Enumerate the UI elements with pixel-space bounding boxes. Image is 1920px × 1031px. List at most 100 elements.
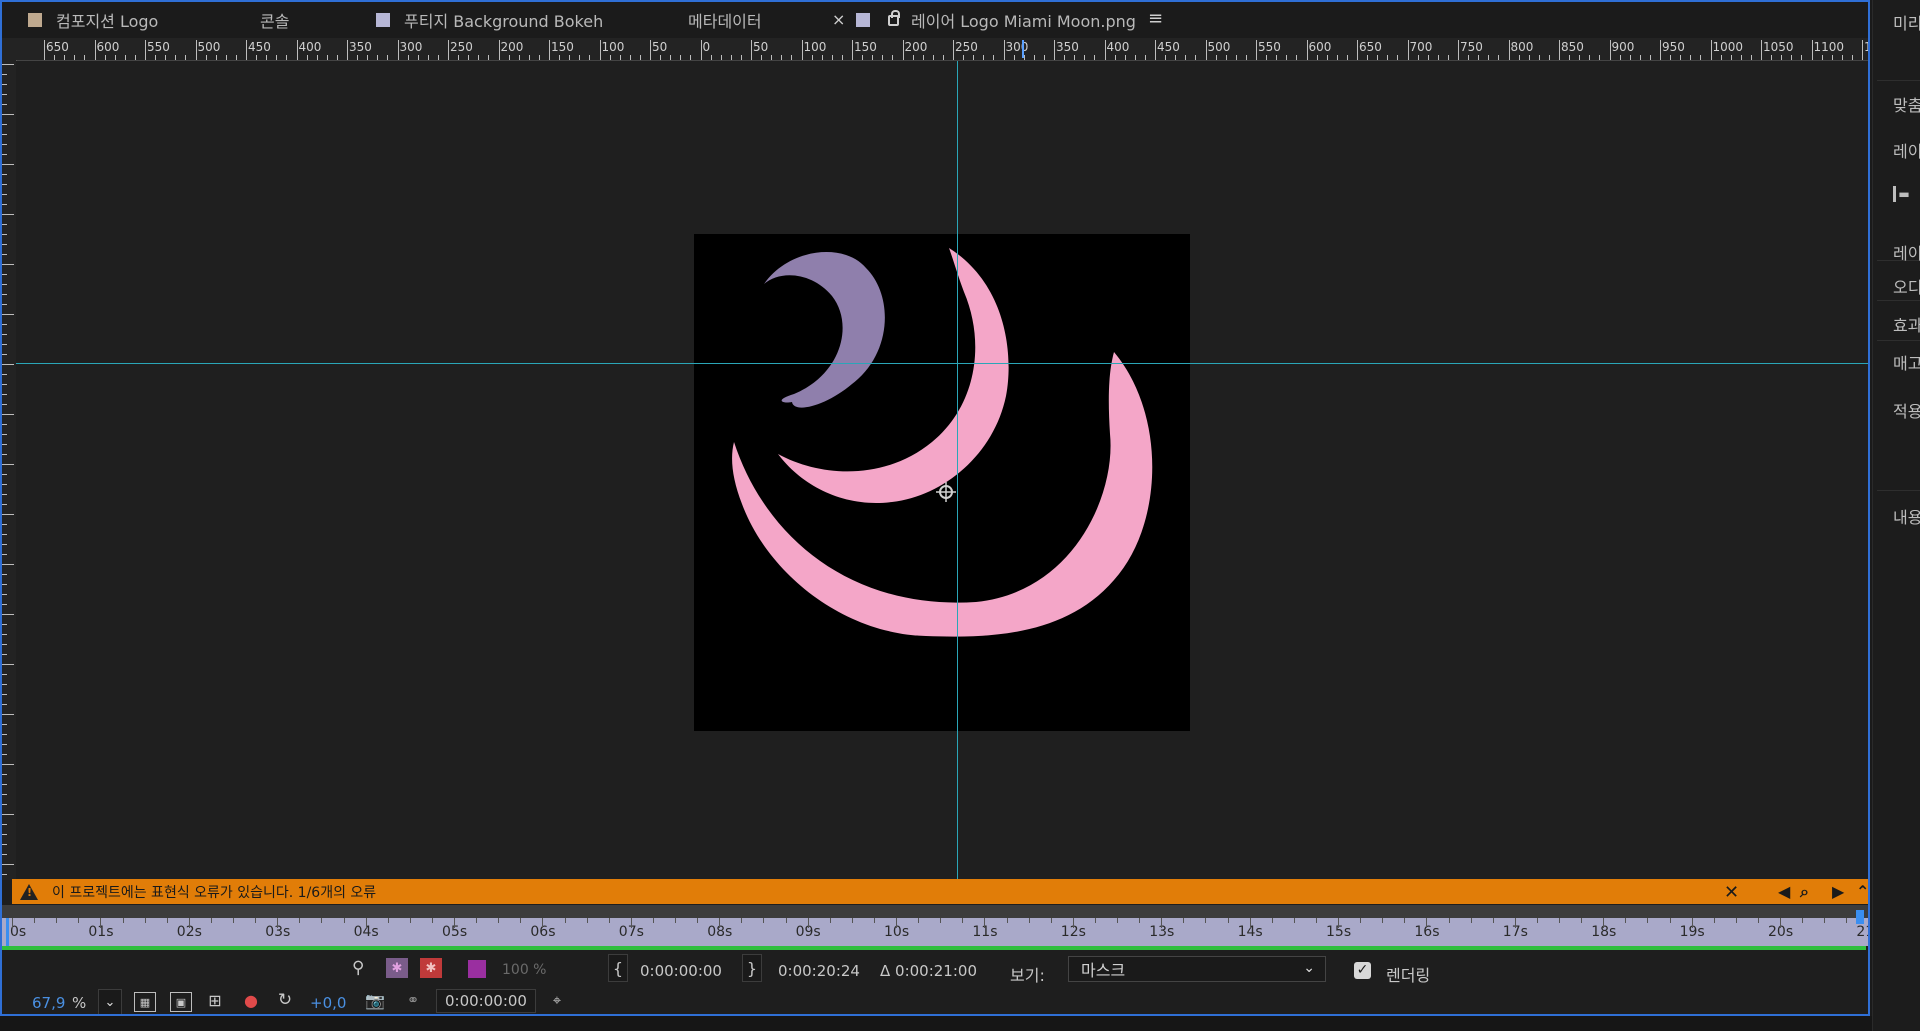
tab-layer-logo-miami-moon[interactable]: 레이어 Logo Miami Moon.png	[856, 2, 1136, 38]
tab-composition-logo[interactable]: 컴포지션 Logo	[28, 2, 158, 38]
vertical-ruler-tick	[2, 824, 7, 825]
right-panel-fit-label[interactable]: 맞춤	[1893, 92, 1920, 116]
expand-error-icon[interactable]: ⌃	[1856, 882, 1868, 901]
ruler-minor-tick	[1680, 55, 1682, 60]
right-panel-layer2-label[interactable]: 레이	[1893, 240, 1920, 264]
timeline-tick	[1824, 918, 1826, 923]
ruler-major-tick	[1710, 40, 1712, 60]
timeline-tick	[873, 918, 875, 923]
out-point-time[interactable]: 0:00:20:24	[778, 962, 860, 980]
render-checkbox[interactable]: ✓	[1354, 962, 1371, 979]
ruler-minor-tick	[1134, 55, 1136, 60]
panel-menu-icon[interactable]: ≡	[1148, 8, 1163, 29]
ruler-minor-tick	[357, 55, 359, 60]
ruler-minor-tick	[1326, 55, 1328, 60]
align-left-icon[interactable]: ▬	[1893, 186, 1912, 202]
vertical-ruler-tick	[2, 174, 7, 175]
vertical-ruler-tick	[2, 84, 7, 85]
right-panel-effects-label[interactable]: 효과	[1893, 312, 1920, 336]
ruler-major-tick	[1306, 40, 1308, 60]
previous-error-icon[interactable]: ◀	[1778, 882, 1790, 901]
ruler-minor-tick	[84, 55, 86, 60]
tab-console-label: 콘솔	[260, 12, 290, 31]
mask-view-icon[interactable]: ▣	[170, 992, 192, 1012]
vertical-ruler-tick	[2, 64, 14, 65]
reset-exposure-icon[interactable]: ↻	[274, 990, 296, 1010]
timeline-tick	[188, 918, 190, 928]
ruler-minor-tick	[1316, 55, 1318, 60]
right-panel-layer-label[interactable]: 레이	[1893, 138, 1920, 162]
timeline-tick	[122, 918, 124, 923]
timeline-tick	[984, 918, 986, 928]
lock-icon[interactable]	[888, 9, 900, 26]
horizontal-ruler[interactable]: 650 600 550 500 450 400 350 300 250 200 150 100 50 0 5…	[2, 38, 1868, 61]
ruler-major-tick	[44, 40, 45, 60]
vertical-ruler-tick	[2, 284, 7, 285]
timeline-tick	[1669, 918, 1671, 923]
right-panel-preview-label[interactable]: 미리	[1893, 10, 1920, 34]
pin-view-icon[interactable]: ⌖	[546, 990, 568, 1010]
transparency-grid-icon[interactable]: ▦	[134, 992, 156, 1012]
tab-metadata[interactable]: 메타데이터	[688, 2, 762, 38]
end-point-marker[interactable]	[1856, 910, 1864, 924]
vertical-ruler-tick	[2, 734, 7, 735]
ruler-minor-tick	[1538, 55, 1540, 60]
in-point-time[interactable]: 0:00:00:00	[640, 962, 722, 980]
horizontal-guide-line[interactable]	[16, 363, 1868, 364]
frame-blend-icon[interactable]: ✱	[420, 958, 442, 978]
playhead-indicator[interactable]	[6, 918, 9, 946]
ruler-minor-tick	[1427, 55, 1429, 60]
exposure-value[interactable]: +0,0	[310, 994, 346, 1012]
color-channels-icon[interactable]: ●	[240, 990, 262, 1010]
ruler-major-tick	[296, 40, 298, 60]
right-panel-content-label[interactable]: 내용	[1893, 504, 1920, 528]
ruler-major-tick	[1205, 40, 1207, 60]
guides-grid-icon[interactable]: ⊞	[204, 990, 226, 1010]
ruler-minor-tick	[1599, 55, 1601, 60]
set-in-point-icon[interactable]: {	[608, 954, 628, 982]
layer-canvas[interactable]	[694, 234, 1190, 731]
view-dropdown[interactable]: 마스크 ⌄	[1068, 956, 1326, 982]
close-tab-icon[interactable]: ×	[832, 10, 845, 29]
vertical-ruler-tick	[2, 374, 7, 375]
tab-footage-background-bokeh[interactable]: 푸티지 Background Bokeh	[376, 2, 603, 38]
ruler-minor-tick	[1750, 55, 1752, 60]
label-color-icon[interactable]	[468, 960, 486, 978]
layer-timeline-ruler[interactable]: 0s 01s 02s 03s 04s 05s 06s 07s 08s 09s 10s 11s 12s 13…	[2, 910, 1868, 946]
ruler-minor-tick	[629, 55, 631, 60]
ruler-minor-tick	[1276, 55, 1278, 60]
right-panel-audio-label[interactable]: 오디	[1893, 274, 1920, 298]
next-error-icon[interactable]: ▶	[1832, 882, 1844, 901]
motion-blur-icon[interactable]: ✱	[386, 958, 408, 978]
vertical-ruler[interactable]	[2, 60, 17, 880]
zoom-value[interactable]: 67,9	[32, 994, 65, 1012]
vertical-guide-line[interactable]	[957, 61, 958, 879]
timeline-tick	[34, 918, 36, 923]
ruler-minor-tick	[619, 55, 621, 60]
vertical-ruler-tick	[2, 574, 7, 575]
tab-console[interactable]: 콘솔	[260, 2, 289, 38]
ruler-minor-tick	[1569, 55, 1571, 60]
ruler-minor-tick	[1589, 55, 1591, 60]
ruler-minor-tick	[1437, 55, 1439, 60]
shy-layer-icon[interactable]: ⚲	[352, 958, 364, 978]
current-time-display[interactable]: 0:00:00:00	[436, 989, 536, 1013]
set-out-point-icon[interactable]: }	[742, 954, 762, 982]
timeline-tick	[896, 918, 897, 928]
snapshot-camera-icon[interactable]: 📷	[364, 990, 386, 1010]
right-panel-apply-label[interactable]: 적용	[1893, 398, 1920, 422]
vertical-ruler-tick	[2, 414, 14, 415]
work-area-bar[interactable]	[2, 946, 1866, 950]
timeline-tick	[1139, 918, 1141, 923]
layer-controls-row: ⚲ ✱ ✱ 100 % { 0:00:00:00 } 0:00:20:24 Δ …	[2, 952, 1868, 986]
right-panel-presets-label[interactable]: 매고	[1893, 350, 1920, 374]
vertical-ruler-tick	[2, 204, 7, 205]
ruler-label: 950	[1662, 40, 1685, 54]
ruler-label: 550	[1258, 40, 1281, 54]
ruler-minor-tick	[1064, 55, 1066, 60]
close-error-icon[interactable]: ✕	[1724, 882, 1739, 903]
zoom-dropdown-chevron-icon[interactable]: ⌄	[98, 989, 122, 1014]
search-error-icon[interactable]: ⌕	[1800, 882, 1809, 902]
show-snapshot-icon[interactable]: ⚭	[402, 990, 424, 1010]
ruler-minor-tick	[1740, 55, 1742, 60]
